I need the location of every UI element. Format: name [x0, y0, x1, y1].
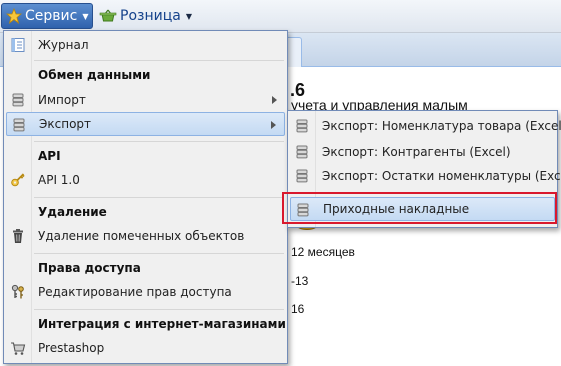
- menu-section-label: Обмен данными: [38, 68, 151, 82]
- journal-icon: [11, 38, 25, 52]
- menu-item-export[interactable]: Экспорт: [6, 112, 285, 136]
- database-icon: [296, 169, 308, 183]
- menu-item-edit-rights[interactable]: Редактирование прав доступа: [6, 280, 285, 304]
- menu-section-label: Интеграция с интернет-магазинами: [38, 317, 286, 331]
- menu-section-exchange: Обмен данными: [6, 63, 285, 87]
- submenu-item-export-stock[interactable]: Экспорт: Остатки номенклатуры (Excel): [290, 164, 561, 188]
- menu-item-journal[interactable]: Журнал: [6, 33, 285, 57]
- chevron-right-icon: [272, 96, 277, 104]
- chevron-right-icon: [271, 121, 276, 129]
- menu-divider: [34, 253, 284, 254]
- submenu-item-label: Экспорт: Контрагенты (Excel): [322, 145, 511, 159]
- submenu-item-label: Экспорт: Остатки номенклатуры (Excel): [322, 169, 561, 183]
- content-line: -13: [291, 274, 309, 288]
- chevron-down-icon: ▼: [82, 11, 89, 21]
- top-toolbar: Сервис ▼ Розница ▼: [0, 0, 561, 33]
- service-dropdown-menu: Журнал Обмен данными Импорт Экспорт API: [3, 30, 288, 364]
- database-icon: [296, 145, 308, 159]
- menu-section-label: Удаление: [38, 205, 107, 219]
- submenu-item-export-products[interactable]: Экспорт: Номенклатура товара (Excel): [290, 114, 561, 138]
- cart-icon: [11, 342, 26, 355]
- menu-item-label: Prestashop: [38, 341, 105, 355]
- content-line: 16: [291, 302, 305, 316]
- menu-divider: [34, 197, 284, 198]
- submenu-item-export-contractors[interactable]: Экспорт: Контрагенты (Excel): [290, 140, 555, 164]
- highlight-frame: [282, 192, 557, 224]
- menu-section-label: Права доступа: [38, 261, 141, 275]
- menu-item-label: Удаление помеченных объектов: [38, 229, 245, 243]
- service-menu-label: Сервис: [25, 8, 78, 24]
- key-icon: [11, 173, 25, 187]
- menu-divider: [34, 141, 284, 142]
- database-icon: [12, 93, 24, 107]
- menu-section-api: API: [6, 144, 285, 168]
- chevron-down-icon: ▼: [185, 11, 192, 21]
- submenu-item-label: Экспорт: Номенклатура товара (Excel): [322, 119, 561, 133]
- menu-item-import[interactable]: Импорт: [6, 88, 285, 112]
- retail-menu-button[interactable]: Розница ▼: [99, 3, 199, 29]
- service-menu-button[interactable]: Сервис ▼: [1, 3, 93, 29]
- menu-item-label: Экспорт: [39, 117, 92, 131]
- trash-icon: [13, 229, 23, 243]
- database-icon: [13, 118, 25, 132]
- basket-icon: [99, 9, 117, 22]
- menu-section-delete: Удаление: [6, 200, 285, 224]
- menu-divider: [34, 309, 284, 310]
- keys-icon: [11, 284, 24, 299]
- menu-item-label: Журнал: [38, 38, 89, 52]
- menu-section-access-rights: Права доступа: [6, 256, 285, 280]
- menu-section-integration: Интеграция с интернет-магазинами: [6, 312, 286, 336]
- retail-menu-label: Розница: [120, 8, 181, 24]
- menu-item-api-1-0[interactable]: API 1.0: [6, 168, 285, 192]
- menu-item-label: API 1.0: [38, 173, 80, 187]
- star-icon: [6, 8, 22, 24]
- menu-divider: [34, 60, 284, 61]
- database-icon: [296, 119, 308, 133]
- menu-item-label: Импорт: [38, 93, 86, 107]
- menu-item-prestashop[interactable]: Prestashop: [6, 336, 285, 360]
- content-line: 12 месяцев: [291, 245, 355, 259]
- menu-section-label: API: [38, 149, 61, 163]
- menu-item-label: Редактирование прав доступа: [38, 285, 232, 299]
- menu-item-delete-marked[interactable]: Удаление помеченных объектов: [6, 224, 285, 248]
